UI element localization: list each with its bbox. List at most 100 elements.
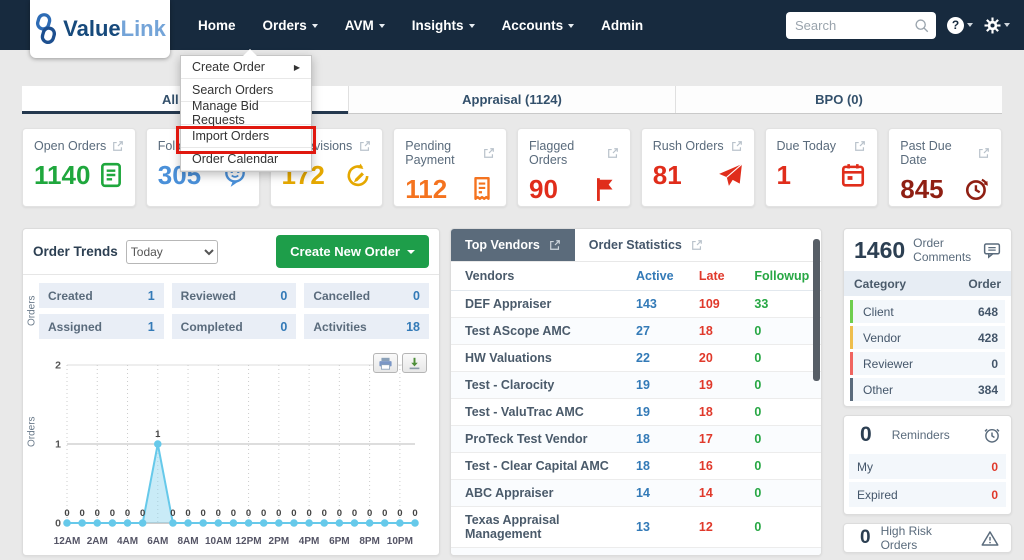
external-link-icon [359, 140, 371, 152]
vendor-cell: Test AScope AMC [451, 317, 636, 345]
category-label: Reviewer [863, 356, 914, 371]
category-row-client[interactable]: Client 648 [850, 300, 1005, 323]
comment-icon [983, 242, 1001, 259]
vendor-cell: 18 [698, 317, 755, 345]
stat-chip-cancelled: Cancelled 0 [304, 283, 429, 308]
stat-value: 18 [406, 319, 420, 334]
vendor-row-test-clear-capital-amc[interactable]: Test - Clear Capital AMC 18 16 0 [451, 452, 821, 480]
high-risk-total: 0 [860, 527, 871, 548]
svg-text:4PM: 4PM [299, 536, 320, 547]
search-input[interactable] [793, 16, 914, 34]
reminders-card[interactable]: 0 Reminders My 0 Expired 0 [843, 415, 1012, 515]
category-value: 648 [977, 304, 998, 319]
order-trends-panel: Order Trends Today Create New Order Orde… [22, 228, 440, 556]
nav-item-insights[interactable]: Insights [412, 18, 475, 33]
nav-item-accounts[interactable]: Accounts [502, 18, 575, 33]
brand-logo[interactable]: ValueLink [30, 0, 170, 58]
svg-text:0: 0 [261, 508, 266, 519]
card-due-today[interactable]: Due Today 1 [764, 128, 879, 207]
vendor-row-abc-appraiser[interactable]: ABC Appraiser 14 14 0 [451, 479, 821, 507]
summary-cards: Open Orders1140Followup305Revisions172Pe… [22, 128, 1002, 207]
vendors-table-header: Vendors Active Late Followup [451, 262, 821, 291]
search-box[interactable] [786, 11, 936, 39]
vendor-row-hw-valuations[interactable]: HW Valuations 22 20 0 [451, 344, 821, 372]
external-link-icon [549, 239, 561, 251]
card-rush-orders[interactable]: Rush Orders 81 [640, 128, 755, 207]
nav-item-label: Orders [262, 17, 307, 33]
chart-y-axis-title: Orders [26, 416, 38, 448]
tab-order-statistics[interactable]: Order Statistics [575, 229, 717, 261]
card-label: Flagged Orders [529, 139, 575, 167]
svg-text:2PM: 2PM [269, 536, 290, 547]
card-open-orders[interactable]: Open Orders 1140 [22, 128, 136, 207]
vendor-cell: 0 [754, 506, 821, 548]
chevron-down-icon [311, 24, 318, 28]
vendors-scrollbar[interactable] [813, 239, 820, 381]
orders-axis-label: Orders [26, 295, 38, 327]
download-chart-button[interactable] [402, 353, 427, 373]
stat-label: Reviewed [180, 288, 237, 303]
nav-item-orders[interactable]: Orders [263, 18, 318, 33]
vendor-cell: 17 [698, 425, 755, 453]
vendor-row-proteck-test-vendor[interactable]: ProTeck Test Vendor 18 17 0 [451, 425, 821, 453]
card-past-due-date[interactable]: Past Due Date 845 [888, 128, 1002, 207]
vendor-row-texas-appraisal-management[interactable]: Texas Appraisal Management 13 12 0 [451, 506, 821, 548]
category-value: 428 [977, 330, 998, 345]
svg-text:0: 0 [201, 508, 206, 519]
vendor-row-def-appraiser[interactable]: DEF Appraiser 143 109 33 [451, 290, 821, 318]
vendor-row-test-clarocity[interactable]: Test - Clarocity 19 19 0 [451, 371, 821, 399]
menu-item-order-calendar[interactable]: Order Calendar [181, 148, 311, 171]
nav-item-avm[interactable]: AVM [345, 18, 385, 33]
reminder-row-my[interactable]: My 0 [849, 454, 1006, 479]
tab-bpo-0[interactable]: BPO (0) [676, 86, 1002, 113]
menu-item-create-order[interactable]: Create Order ▶ [181, 56, 311, 79]
vendor-row-bob-acme[interactable]: Bob Acme1090 [451, 547, 821, 555]
svg-text:10AM: 10AM [205, 536, 232, 547]
svg-text:0: 0 [306, 508, 311, 519]
card-value: 90 [529, 174, 558, 204]
vendor-row-test-valutrac-amc[interactable]: Test - ValuTrac AMC 19 18 0 [451, 398, 821, 426]
nav-item-admin[interactable]: Admin [601, 18, 643, 33]
category-row-vendor[interactable]: Vendor 428 [850, 326, 1005, 349]
card-value: 845 [900, 174, 944, 204]
menu-item-import-orders[interactable]: Import Orders [181, 125, 311, 148]
vendors-table: Vendors Active Late Followup DEF Apprais… [451, 262, 821, 555]
dropdown-caret [243, 49, 257, 56]
vendor-cell: 12 [698, 506, 755, 548]
chevron-down-icon [407, 249, 415, 254]
svg-text:6PM: 6PM [329, 536, 350, 547]
chevron-down-icon [967, 23, 973, 27]
stat-chip-reviewed: Reviewed 0 [171, 283, 297, 308]
create-new-order-button[interactable]: Create New Order [276, 235, 429, 268]
print-chart-button[interactable] [373, 353, 398, 373]
menu-item-manage-bid-requests[interactable]: Manage Bid Requests [181, 99, 311, 127]
category-row-reviewer[interactable]: Reviewer 0 [850, 352, 1005, 375]
external-link-icon [731, 140, 743, 152]
tab-appraisal-1124[interactable]: Appraisal (1124) [349, 86, 676, 113]
order-comments-head: 1460 Order Comments [844, 229, 1011, 271]
settings-menu-button[interactable] [984, 17, 1010, 34]
receipt-clock-icon [469, 176, 495, 202]
help-menu-button[interactable]: ? [947, 16, 973, 34]
revision-icon [345, 162, 371, 188]
reminder-row-expired[interactable]: Expired 0 [849, 482, 1006, 507]
svg-text:0: 0 [246, 508, 251, 519]
stat-chip-completed: Completed 0 [171, 314, 297, 339]
card-flagged-orders[interactable]: Flagged Orders 90 [517, 128, 631, 207]
svg-text:0: 0 [382, 508, 387, 519]
stat-value: 0 [280, 319, 288, 334]
category-row-other[interactable]: Other 384 [850, 378, 1005, 401]
vendor-row-test-ascope-amc[interactable]: Test AScope AMC 27 18 0 [451, 317, 821, 345]
nav-item-home[interactable]: Home [198, 18, 236, 33]
card-value: 81 [652, 160, 682, 190]
card-pending-payment[interactable]: Pending Payment 112 [393, 128, 507, 207]
order-trends-stats: Orders Created 1 Reviewed 0 Cancelled 0 Assign… [23, 275, 439, 345]
printer-icon [378, 357, 393, 370]
trend-range-select[interactable]: Today [125, 239, 218, 264]
vendor-cell: 109 [698, 290, 755, 318]
reminder-rows: My 0 Expired 0 [844, 454, 1011, 514]
order-comments-card[interactable]: 1460 Order Comments Category Order Clien… [843, 228, 1012, 407]
high-risk-orders-card[interactable]: 0 High Risk Orders [843, 523, 1012, 553]
tab-top-vendors[interactable]: Top Vendors [451, 229, 575, 261]
warning-icon [981, 530, 999, 547]
